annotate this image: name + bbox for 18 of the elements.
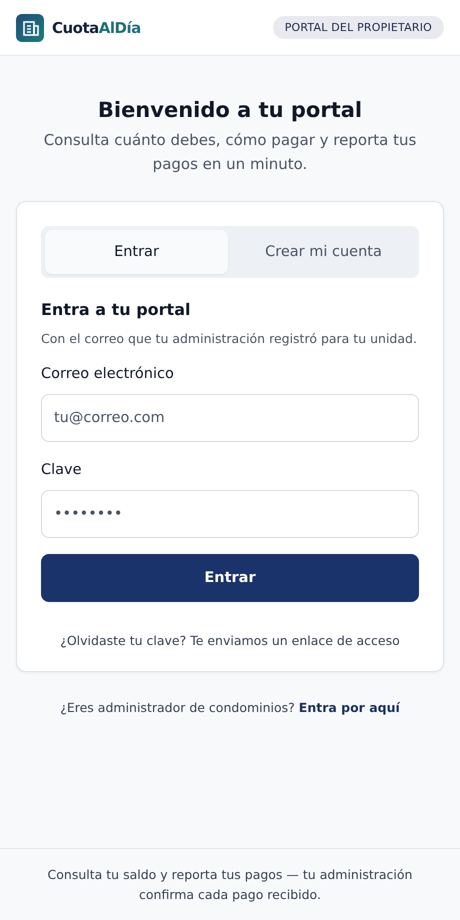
forgot-password-link[interactable]: ¿Olvidaste tu clave? Te enviamos un enlace de acceso	[60, 633, 400, 648]
tab[interactable]: Entrar	[45, 230, 228, 274]
welcome-subtitle: Consulta cuánto debes, cómo pagar y reporta tus pagos en un minuto.	[42, 130, 418, 175]
building-icon	[16, 14, 44, 42]
email-field[interactable]: tu@correo.com	[41, 394, 419, 442]
welcome-title: Bienvenido a tu portal	[96, 98, 364, 122]
password-field[interactable]: ••••••••	[41, 490, 419, 538]
submit-button[interactable]: Entrar	[41, 554, 419, 602]
field-label: Clave	[41, 462, 83, 478]
portal-badge: PORTAL DEL PROPIETARIO	[272, 16, 444, 39]
form-heading: Entra a tu portal	[41, 300, 192, 319]
field-label: Correo electrónico	[41, 366, 175, 382]
brand-name: CuotaAlDía	[52, 18, 141, 36]
admin-login-link[interactable]: Entra por aquí	[298, 700, 400, 715]
admin-prompt: ¿Eres administrador de condominios? Entra por aquí	[59, 700, 402, 715]
tab[interactable]: Crear mi cuenta	[232, 230, 415, 274]
form-description: Con el correo que tu administración registró para tu unidad.	[41, 330, 418, 348]
footer-note: Consulta tu saldo y reporta tus pagos — tu administración confirma cada pago recibido.	[46, 866, 414, 904]
